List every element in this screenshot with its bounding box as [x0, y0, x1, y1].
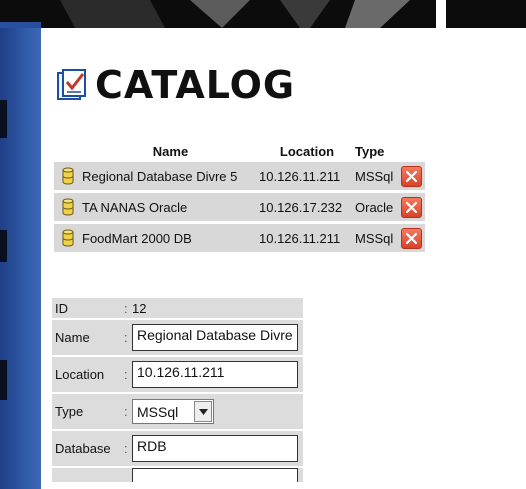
form-row-id: ID : 12: [52, 298, 303, 320]
column-header-name: Name: [152, 143, 189, 159]
partial-field[interactable]: [132, 468, 298, 482]
table-row[interactable]: TA NANAS Oracle 10.126.17.232 Oracle: [54, 193, 425, 224]
database-icon: [62, 229, 74, 247]
catalog-panel: CATALOG Name Location Type Regional Data…: [41, 28, 445, 489]
row-type: MSSql: [355, 168, 394, 184]
field-separator: :: [124, 330, 128, 345]
field-separator: :: [124, 367, 128, 382]
id-label: ID: [55, 300, 68, 316]
row-name[interactable]: TA NANAS Oracle: [82, 200, 259, 215]
row-type: Oracle: [355, 199, 394, 215]
close-x-icon: [405, 170, 417, 182]
database-icon: [62, 198, 74, 216]
field-separator: :: [124, 300, 128, 316]
form-row-location: Location : 10.126.11.211: [52, 357, 303, 394]
form-row-name: Name : Regional Database Divre 5: [52, 320, 303, 357]
chevron-down-icon: [198, 408, 208, 415]
close-x-icon: [405, 232, 417, 244]
delete-button[interactable]: [400, 196, 422, 218]
top-banner: [0, 0, 526, 28]
table-row[interactable]: FoodMart 2000 DB 10.126.11.211 MSSql: [54, 224, 425, 255]
close-x-icon: [405, 201, 417, 213]
type-label: Type: [55, 404, 84, 419]
type-select[interactable]: MSSql: [132, 399, 214, 424]
delete-button[interactable]: [400, 227, 422, 249]
delete-button[interactable]: [400, 165, 422, 187]
database-field[interactable]: RDB: [132, 435, 298, 462]
database-label: Database: [55, 441, 111, 456]
row-location: 10.126.17.232: [259, 199, 343, 215]
catalog-table: Name Location Type Regional Database Div…: [54, 140, 425, 255]
row-location: 10.126.11.211: [259, 168, 341, 184]
field-separator: :: [124, 404, 128, 419]
catalog-detail-form: ID : 12 Name : Regional Database Divre 5…: [52, 298, 303, 484]
page-title: CATALOG: [55, 60, 295, 110]
name-label: Name: [55, 330, 90, 345]
location-label: Location: [55, 367, 105, 382]
row-name[interactable]: Regional Database Divre 5: [82, 169, 259, 184]
id-value: 12: [132, 300, 147, 316]
column-header-location: Location: [279, 143, 335, 159]
column-header-type: Type: [355, 143, 385, 159]
location-field[interactable]: 10.126.11.211: [132, 361, 298, 388]
catalog-table-header: Name Location Type: [54, 140, 425, 162]
row-location: 10.126.11.211: [259, 230, 341, 246]
checklist-document-icon: [57, 69, 86, 100]
form-row-partial: [52, 468, 303, 484]
type-select-value: MSSql: [137, 403, 179, 420]
page-title-text: CATALOG: [95, 63, 296, 107]
name-field[interactable]: Regional Database Divre 5: [132, 324, 298, 351]
dropdown-button[interactable]: [194, 401, 212, 422]
left-decorative-bar: [0, 0, 41, 489]
table-row[interactable]: Regional Database Divre 5 10.126.11.211 …: [54, 162, 425, 193]
field-separator: :: [124, 441, 128, 456]
right-margin: [445, 28, 526, 489]
row-type: MSSql: [355, 230, 394, 246]
form-row-database: Database : RDB: [52, 431, 303, 468]
row-name[interactable]: FoodMart 2000 DB: [82, 231, 259, 246]
database-icon: [62, 167, 74, 185]
form-row-type: Type : MSSql: [52, 394, 303, 431]
